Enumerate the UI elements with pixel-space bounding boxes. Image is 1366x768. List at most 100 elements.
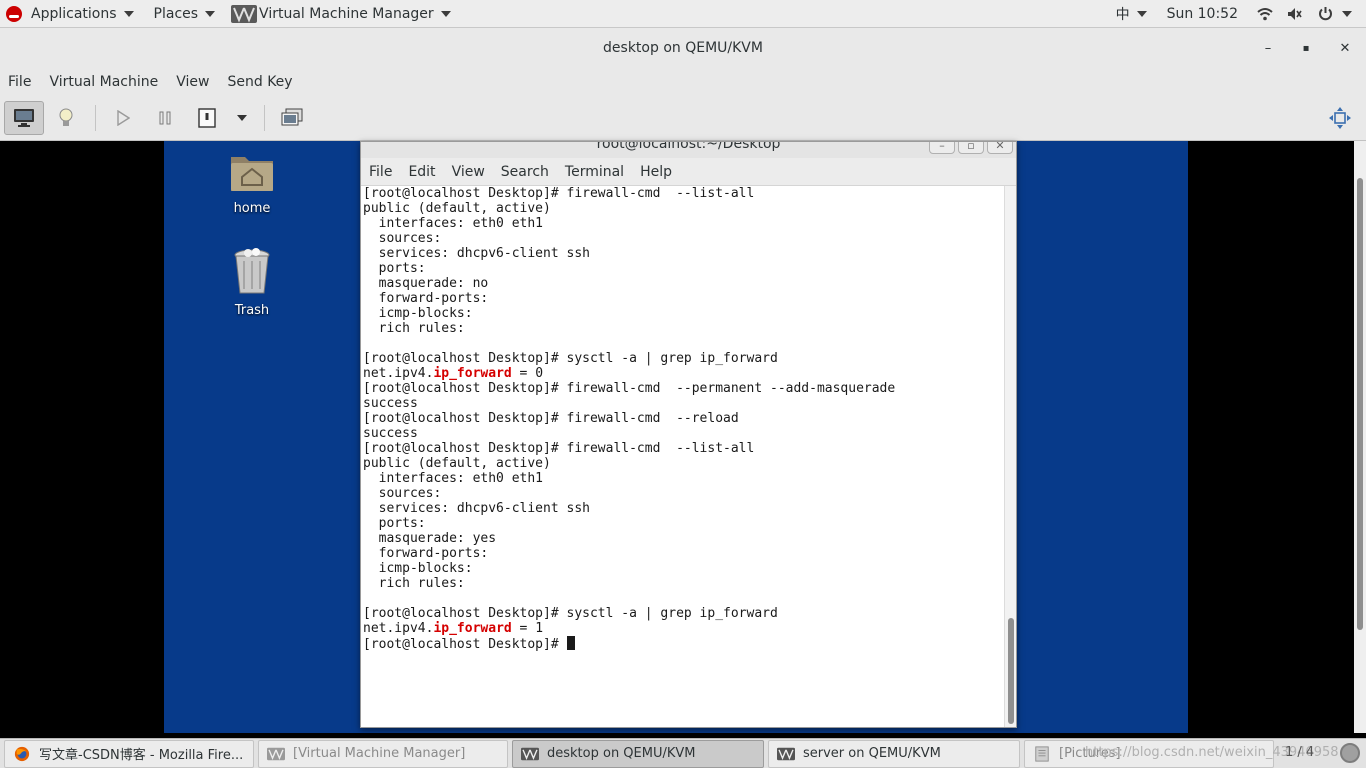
monitor-icon	[14, 109, 34, 127]
terminal-menu-terminal[interactable]: Terminal	[565, 164, 624, 180]
task-server-vm[interactable]: server on QEMU/KVM	[768, 739, 1020, 768]
scrollbar-thumb[interactable]	[1008, 618, 1014, 724]
terminal-line: ports:	[363, 516, 434, 531]
fullscreen-button[interactable]	[1320, 101, 1360, 135]
forward-prefix: net.ipv4.	[363, 366, 434, 381]
desktop-icon-home[interactable]: home	[212, 151, 292, 216]
menu-view[interactable]: View	[176, 74, 209, 90]
window-list: 写文章-CSDN博客 - Mozilla Fire... [Virtual Ma…	[0, 738, 1366, 768]
task-firefox[interactable]: 写文章-CSDN博客 - Mozilla Fire...	[4, 739, 254, 768]
task-label: 写文章-CSDN博客 - Mozilla Fire...	[39, 748, 244, 763]
menu-send-key[interactable]: Send Key	[227, 74, 292, 90]
input-method-label: 中	[1115, 6, 1130, 23]
task-virt-manager[interactable]: [Virtual Machine Manager]	[258, 739, 508, 768]
terminal-line: [root@localhost Desktop]# firewall-cmd -…	[363, 381, 896, 396]
forward-prefix: net.ipv4.	[363, 621, 434, 636]
desktop-icon-label: home	[233, 201, 271, 216]
pause-icon	[159, 111, 171, 125]
task-desktop-vm[interactable]: desktop on QEMU/KVM	[512, 739, 764, 768]
chevron-down-icon	[123, 10, 134, 17]
maximize-button[interactable]: ▪	[1296, 38, 1316, 58]
firefox-icon	[14, 746, 30, 761]
terminal-close-button[interactable]: ✕	[987, 142, 1013, 154]
window-titlebar[interactable]: desktop on QEMU/KVM – ▪ ✕	[0, 28, 1366, 68]
clock[interactable]: Sun 10:52	[1161, 0, 1244, 28]
terminal-line: services: dhcpv6-client ssh	[363, 246, 590, 261]
volume-muted-icon[interactable]	[1286, 5, 1304, 23]
terminal-maximize-button[interactable]: ▫	[958, 142, 984, 154]
app-name-label: Virtual Machine Manager	[259, 5, 434, 22]
terminal-prompt-line[interactable]: [root@localhost Desktop]#	[363, 636, 1002, 652]
terminal-output[interactable]: [root@localhost Desktop]# firewall-cmd -…	[361, 186, 1004, 727]
grep-match: ip_forward	[433, 621, 512, 636]
terminal-titlebar[interactable]: root@localhost:~/Desktop – ▫ ✕	[361, 142, 1016, 158]
trash-icon	[234, 248, 270, 294]
terminal-minimize-button[interactable]: –	[929, 142, 955, 154]
task-label: desktop on QEMU/KVM	[547, 746, 696, 761]
details-button[interactable]	[46, 101, 86, 135]
terminal-menu-help[interactable]: Help	[640, 164, 672, 180]
run-button[interactable]	[103, 101, 143, 135]
power-switch-icon	[198, 108, 216, 128]
workspace-pager[interactable]: 1 / 4	[1285, 745, 1314, 760]
virt-manager-icon	[267, 747, 285, 760]
terminal-line-forward: net.ipv4.ip_forward = 1	[363, 621, 1002, 636]
chevron-down-icon	[237, 115, 247, 121]
terminal-line: [root@localhost Desktop]# firewall-cmd -…	[363, 411, 739, 426]
terminal-menu-view[interactable]: View	[452, 164, 485, 180]
terminal-line: [root@localhost Desktop]# sysctl -a | gr…	[363, 351, 778, 366]
terminal-line: success	[363, 396, 418, 411]
fullscreen-icon	[1329, 107, 1351, 129]
terminal-line: [root@localhost Desktop]# firewall-cmd -…	[363, 186, 755, 201]
task-label: server on QEMU/KVM	[803, 746, 941, 761]
terminal-line: rich rules:	[363, 576, 473, 591]
input-method-menu[interactable]: 中	[1110, 0, 1153, 28]
notification-icon[interactable]	[1340, 743, 1360, 763]
terminal-line: masquerade: no	[363, 276, 489, 291]
close-button[interactable]: ✕	[1335, 38, 1355, 58]
file-manager-icon	[1035, 745, 1049, 762]
virt-manager-icon	[777, 747, 795, 760]
applications-menu[interactable]: Applications	[0, 0, 140, 28]
minimize-button[interactable]: –	[1258, 38, 1278, 58]
terminal-line: interfaces: eth0 eth1	[363, 471, 544, 486]
chevron-down-icon[interactable]	[1342, 10, 1352, 17]
terminal-line: icmp-blocks:	[363, 306, 481, 321]
terminal-line: forward-ports:	[363, 546, 497, 561]
forward-suffix: = 1	[511, 621, 544, 636]
grep-match: ip_forward	[433, 366, 512, 381]
terminal-line: success	[363, 426, 418, 441]
lightbulb-icon	[59, 108, 73, 126]
terminal-menu-file[interactable]: File	[369, 164, 392, 180]
wifi-icon[interactable]	[1256, 5, 1274, 23]
top-bar: Applications Places Virtual Machine Mana…	[0, 0, 1366, 28]
terminal-scrollbar[interactable]	[1004, 186, 1016, 727]
shutdown-menu-button[interactable]	[229, 101, 255, 135]
scrollbar-thumb[interactable]	[1357, 178, 1363, 630]
places-menu[interactable]: Places	[148, 0, 222, 28]
terminal-prompt: [root@localhost Desktop]#	[363, 637, 567, 652]
menu-virtual-machine[interactable]: Virtual Machine	[49, 74, 158, 90]
play-icon	[117, 110, 130, 126]
chevron-down-icon	[1136, 10, 1147, 17]
pause-button[interactable]	[145, 101, 185, 135]
console-button[interactable]	[4, 101, 44, 135]
terminal-menu-edit[interactable]: Edit	[408, 164, 435, 180]
terminal-window[interactable]: root@localhost:~/Desktop – ▫ ✕ File Edit…	[360, 141, 1017, 728]
terminal-line: forward-ports:	[363, 291, 497, 306]
desktop-icon-trash[interactable]: Trash	[212, 247, 292, 318]
terminal-line: rich rules:	[363, 321, 473, 336]
terminal-line: [root@localhost Desktop]# firewall-cmd -…	[363, 441, 755, 456]
menu-file[interactable]: File	[8, 74, 31, 90]
app-menu[interactable]: Virtual Machine Manager	[225, 0, 457, 28]
power-icon[interactable]	[1316, 5, 1334, 23]
terminal-menu-search[interactable]: Search	[501, 164, 549, 180]
console-scrollbar[interactable]	[1354, 141, 1366, 733]
system-tray: 中 Sun 10:52	[1110, 0, 1366, 28]
shutdown-button[interactable]	[187, 101, 227, 135]
terminal-line: interfaces: eth0 eth1	[363, 216, 544, 231]
snapshots-button[interactable]	[272, 101, 312, 135]
places-label: Places	[153, 5, 199, 22]
redhat-icon	[6, 5, 22, 22]
